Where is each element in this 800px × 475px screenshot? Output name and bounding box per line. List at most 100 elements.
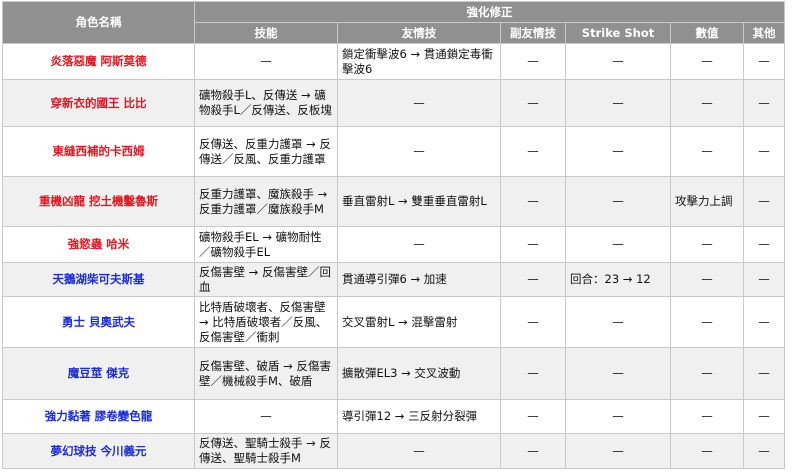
skill-cell: 反傳送、聖騎士殺手 → 反傳送、聖騎士殺手M xyxy=(194,433,338,469)
skill-cell: 反傷害壁 → 反傷害壁／回血 xyxy=(194,262,338,297)
header-friend-skill: 友情技 xyxy=(337,22,501,44)
other-cell: — xyxy=(742,226,786,263)
table-row: 夢幻球技 今川義元 反傳送、聖騎士殺手 → 反傳送、聖騎士殺手M — — — —… xyxy=(2,433,786,469)
strike-shot-cell: — xyxy=(565,296,671,348)
sub-friend-skill-cell: — xyxy=(500,176,566,227)
friend-skill-cell: 交叉雷射L → 混擊雷射 xyxy=(337,296,501,348)
other-cell: — xyxy=(742,262,786,297)
sub-friend-skill-cell: — xyxy=(500,296,566,348)
friend-skill-cell: — xyxy=(337,126,501,177)
stats-cell: — xyxy=(670,296,744,348)
friend-skill-cell: 鎖定衝擊波6 → 貫通鎖定毒衝擊波6 xyxy=(337,43,501,80)
sub-friend-skill-cell: — xyxy=(500,226,566,263)
sub-friend-skill-cell: — xyxy=(500,43,566,80)
skill-cell: 反傷害壁、破盾 → 反傷害壁／機械殺手M、破盾 xyxy=(194,347,338,400)
header-other: 其他 xyxy=(742,22,786,44)
strike-shot-cell: — xyxy=(565,43,671,80)
stats-cell: — xyxy=(670,262,744,297)
skill-cell: 反重力護罩、魔族殺手 → 反重力護罩／魔族殺手M xyxy=(194,176,338,227)
enhancement-table: 角色名稱 強化修正 技能 友情技 副友情技 Strike Shot 數值 其他 … xyxy=(2,1,786,469)
skill-text: 反重力護罩、魔族殺手 → 反重力護罩／魔族殺手M xyxy=(199,186,328,216)
friend-skill-text: 垂直雷射L → 雙重垂直雷射L xyxy=(342,194,487,208)
role-name-link[interactable]: 天鵝湖柴可夫斯基 xyxy=(2,262,195,297)
sub-friend-skill-cell: — xyxy=(500,262,566,297)
other-cell: — xyxy=(742,347,786,400)
skill-cell: 礦物殺手L、反傳送 → 礦物殺手L／反傳送、反板塊 xyxy=(194,79,338,127)
role-name-link[interactable]: 強慾蟲 哈米 xyxy=(2,226,195,263)
stats-cell: — xyxy=(670,43,744,80)
stats-cell: — xyxy=(670,226,744,263)
skill-text: 反傳送、反重力護罩 → 反傳送／反風、反重力護罩 xyxy=(199,136,331,166)
other-cell: — xyxy=(742,296,786,348)
table-row: 天鵝湖柴可夫斯基 反傷害壁 → 反傷害壁／回血 貫通導引彈6 → 加速 — 回合… xyxy=(2,262,786,297)
role-name-link[interactable]: 勇士 貝奧武夫 xyxy=(2,296,195,348)
role-name-link[interactable]: 東縫西補的卡西姆 xyxy=(2,126,195,177)
other-cell: — xyxy=(742,176,786,227)
other-cell: — xyxy=(742,433,786,469)
role-name-link[interactable]: 夢幻球技 今川義元 xyxy=(2,433,195,469)
skill-cell: 比特盾破壞者、反傷害壁 → 比特盾破壞者／反風、反傷害壁／衝刺 xyxy=(194,296,338,348)
header-strike-shot: Strike Shot xyxy=(565,22,671,44)
friend-skill-cell: 擴散彈EL3 → 交叉波動 xyxy=(337,347,501,400)
strike-shot-cell: — xyxy=(565,176,671,227)
header-sub-friend-skill: 副友情技 xyxy=(500,22,566,44)
role-name-link[interactable]: 穿新衣的國王 比比 xyxy=(2,79,195,127)
strike-shot-cell: — xyxy=(565,226,671,263)
stats-cell: — xyxy=(670,79,744,127)
header-role-name: 角色名稱 xyxy=(2,1,195,44)
skill-text: 反傳送、聖騎士殺手 → 反傳送、聖騎士殺手M xyxy=(199,436,331,465)
sub-friend-skill-cell: — xyxy=(500,347,566,400)
skill-text: 礦物殺手L、反傳送 → 礦物殺手L／反傳送、反板塊 xyxy=(199,88,332,117)
strike-shot-cell: — xyxy=(565,399,671,434)
sub-friend-skill-cell: — xyxy=(500,79,566,127)
header-enhance: 強化修正 xyxy=(193,1,786,23)
table-row: 穿新衣的國王 比比 礦物殺手L、反傳送 → 礦物殺手L／反傳送、反板塊 — — … xyxy=(2,79,786,127)
stats-cell: 攻擊力上調 xyxy=(670,176,744,227)
skill-cell: — xyxy=(194,43,338,80)
other-cell: — xyxy=(742,399,786,434)
strike-shot-cell: — xyxy=(565,347,671,400)
friend-skill-cell: 貫通導引彈6 → 加速 xyxy=(337,262,501,297)
other-cell: — xyxy=(742,126,786,177)
strike-shot-cell: — xyxy=(565,79,671,127)
friend-skill-text: 擴散彈EL3 → 交叉波動 xyxy=(342,366,461,380)
role-name-link[interactable]: 強力黏著 膠卷變色龍 xyxy=(2,399,195,434)
table-row: 魔豆莖 傑克 反傷害壁、破盾 → 反傷害壁／機械殺手M、破盾 擴散彈EL3 → … xyxy=(2,347,786,400)
stats-cell: — xyxy=(670,126,744,177)
skill-text: 反傷害壁 → 反傷害壁／回血 xyxy=(199,264,331,294)
friend-skill-cell: — xyxy=(337,433,501,469)
friend-skill-cell: — xyxy=(337,79,501,127)
table-row: 強慾蟲 哈米 礦物殺手EL → 礦物耐性／礦物殺手EL — — — — — xyxy=(2,226,786,263)
skill-cell: 反傳送、反重力護罩 → 反傳送／反風、反重力護罩 xyxy=(194,126,338,177)
stats-cell: — xyxy=(670,347,744,400)
role-name-link[interactable]: 重機凶龍 挖土機鑿魯斯 xyxy=(2,176,195,227)
table-row: 重機凶龍 挖土機鑿魯斯 反重力護罩、魔族殺手 → 反重力護罩／魔族殺手M 垂直雷… xyxy=(2,176,786,227)
skill-text: 比特盾破壞者、反傷害壁 → 比特盾破壞者／反風、反傷害壁／衝刺 xyxy=(199,299,328,344)
stats-cell: — xyxy=(670,433,744,469)
friend-skill-cell: 垂直雷射L → 雙重垂直雷射L xyxy=(337,176,501,227)
friend-skill-text: 鎖定衝擊波6 → 貫通鎖定毒衝擊波6 xyxy=(342,46,493,76)
strike-shot-cell: — xyxy=(565,126,671,177)
strike-shot-cell: — xyxy=(565,433,671,469)
header-skill: 技能 xyxy=(194,22,338,44)
sub-friend-skill-cell: — xyxy=(500,399,566,434)
sub-friend-skill-cell: — xyxy=(500,433,566,469)
stats-cell: — xyxy=(670,399,744,434)
friend-skill-cell: — xyxy=(337,226,501,263)
table-row: 勇士 貝奧武夫 比特盾破壞者、反傷害壁 → 比特盾破壞者／反風、反傷害壁／衝刺 … xyxy=(2,296,786,348)
other-cell: — xyxy=(742,79,786,127)
strike-shot-cell: 回合：23 → 12 xyxy=(565,262,671,297)
header-stats: 數值 xyxy=(670,22,744,44)
table-row: 炎落惡魔 阿斯莫德 — 鎖定衝擊波6 → 貫通鎖定毒衝擊波6 — — — — xyxy=(2,43,786,80)
role-name-link[interactable]: 炎落惡魔 阿斯莫德 xyxy=(2,43,195,80)
enhancement-table-container: 角色名稱 強化修正 技能 友情技 副友情技 Strike Shot 數值 其他 … xyxy=(2,1,786,469)
friend-skill-text: 貫通導引彈6 → 加速 xyxy=(342,272,447,286)
skill-cell: — xyxy=(194,399,338,434)
skill-text: 礦物殺手EL → 礦物耐性／礦物殺手EL xyxy=(199,229,322,259)
table-row: 強力黏著 膠卷變色龍 — 導引彈12 → 三反射分裂彈 — — — — xyxy=(2,399,786,434)
friend-skill-cell: 導引彈12 → 三反射分裂彈 xyxy=(337,399,501,434)
skill-cell: 礦物殺手EL → 礦物耐性／礦物殺手EL xyxy=(194,226,338,263)
friend-skill-text: 交叉雷射L → 混擊雷射 xyxy=(342,314,458,329)
role-name-link[interactable]: 魔豆莖 傑克 xyxy=(2,347,195,400)
sub-friend-skill-cell: — xyxy=(500,126,566,177)
